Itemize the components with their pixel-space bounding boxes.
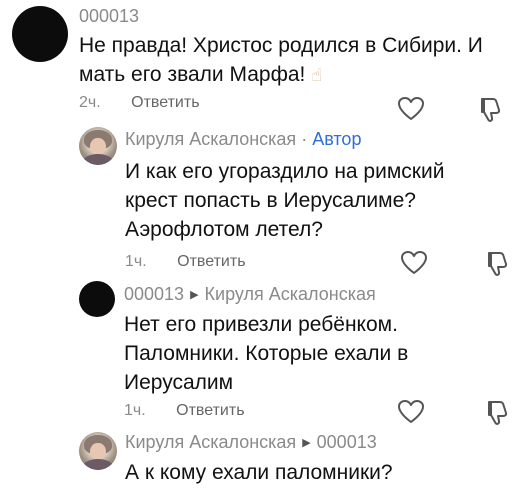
pointing-up-emoji: ☝ <box>311 65 323 85</box>
comment-text-line: А к кому ехали паломники? <box>125 461 393 484</box>
heart-icon[interactable] <box>400 250 428 276</box>
comment-text-segment: мать его звали Марфа! <box>79 63 306 86</box>
comment-author-line: Кируля Аскалонская · Автор <box>125 129 361 150</box>
comment-text-line: крест попасть в Иерусалиме? <box>125 189 416 212</box>
comment-text: Нет его привезли ребёнком. Паломники. Ко… <box>124 310 408 397</box>
comment-text-line: Не правда! Христос родился в Сибири. И <box>79 34 483 57</box>
avatar[interactable] <box>79 432 117 470</box>
comment-text: А к кому ехали паломники? <box>125 458 393 487</box>
author-badge: Автор <box>312 129 362 149</box>
comment-author[interactable]: 000013 <box>124 284 184 304</box>
comment-text-line: Нет его привезли ребёнком. <box>124 313 398 336</box>
dislike-icon[interactable] <box>485 250 511 278</box>
comment-meta: 1ч. Ответить <box>124 402 245 420</box>
avatar-body <box>82 459 114 470</box>
avatar-face <box>90 442 106 461</box>
reply-button[interactable]: Ответить <box>177 253 245 270</box>
avatar[interactable] <box>79 281 115 317</box>
reply-button[interactable]: Ответить <box>131 94 199 111</box>
comment-author[interactable]: Кируля Аскалонская <box>125 129 296 149</box>
comment-author-line: 000013 ▶ Кируля Аскалонская <box>124 284 376 305</box>
comment-text-line: И как его угораздило на римский <box>125 160 445 183</box>
reply-to-author[interactable]: 000013 <box>317 432 377 452</box>
comment-meta: 2ч. Ответить <box>79 94 200 112</box>
avatar[interactable] <box>12 6 68 62</box>
dislike-icon[interactable] <box>478 96 504 124</box>
reply-arrow-icon: ▶ <box>190 289 199 301</box>
comment-3: 000013 ▶ Кируля Аскалонская Нет его привез… <box>0 280 526 430</box>
dislike-icon[interactable] <box>485 399 511 427</box>
comment-4: Кируля Аскалонская ▶ 000013 А к кому ехали… <box>0 430 526 501</box>
timestamp: 1ч. <box>125 253 147 270</box>
avatar-body <box>82 154 114 165</box>
comment-text: И как его угораздило на римский крест по… <box>125 157 444 244</box>
reply-to-author[interactable]: Кируля Аскалонская <box>205 284 376 304</box>
comment-1: 000013 Не правда! Христос родился в Сиби… <box>0 0 526 125</box>
avatar-face <box>90 137 106 156</box>
timestamp: 2ч. <box>79 94 101 111</box>
comment-author-line: Кируля Аскалонская ▶ 000013 <box>125 432 377 453</box>
reply-arrow-icon: ▶ <box>302 437 311 449</box>
comment-meta: 1ч. Ответить <box>125 253 246 271</box>
comment-text-line: Иерусалим <box>124 371 234 394</box>
comment-author[interactable]: 000013 <box>79 6 139 27</box>
comment-text-line: Паломники. Которые ехали в <box>124 342 409 365</box>
comment-text: Не правда! Христос родился в Сибири. И м… <box>79 31 483 90</box>
heart-icon[interactable] <box>397 399 425 425</box>
comment-author[interactable]: Кируля Аскалонская <box>125 432 296 452</box>
comment-text-line: Аэрофлотом летел? <box>125 218 323 241</box>
timestamp: 1ч. <box>124 402 146 419</box>
comment-2: Кируля Аскалонская · Автор И как его уго… <box>0 125 526 280</box>
avatar[interactable] <box>79 127 117 165</box>
separator: · <box>301 129 308 149</box>
comment-text-line: мать его звали Марфа! ☝ <box>79 60 483 90</box>
heart-icon[interactable] <box>397 96 425 122</box>
reply-button[interactable]: Ответить <box>176 402 244 419</box>
